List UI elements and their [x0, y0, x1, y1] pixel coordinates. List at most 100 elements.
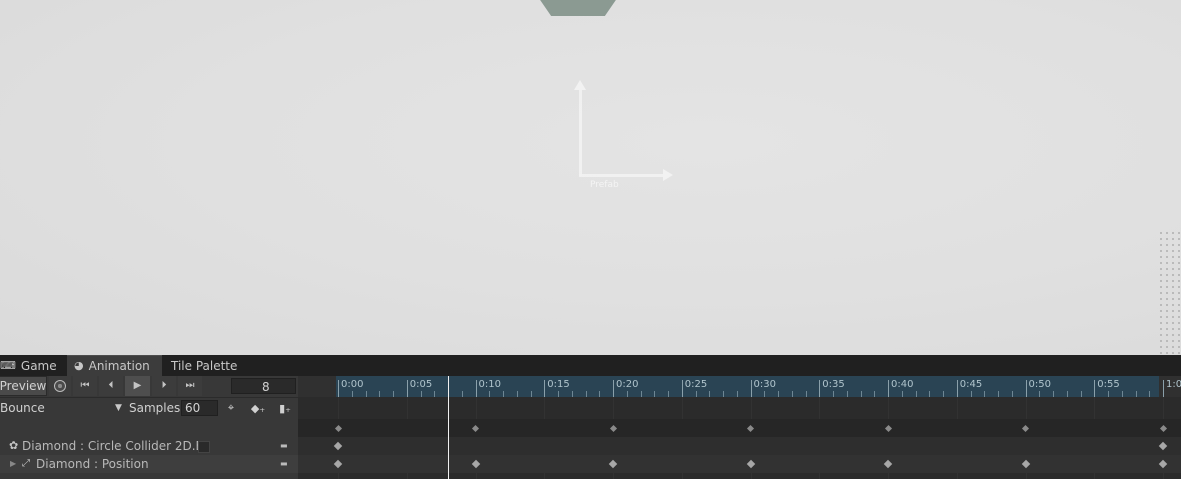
minor-tick	[998, 391, 999, 397]
minor-tick	[558, 391, 559, 397]
minor-tick	[723, 391, 724, 397]
minor-tick	[1149, 391, 1151, 397]
property-row-collider[interactable]: ✿ Diamond : Circle Collider 2D.En ▬	[0, 437, 298, 455]
minor-tick	[915, 391, 917, 397]
property-label: Diamond : Position	[36, 457, 149, 471]
gizmo-arrow-right-icon[interactable]	[663, 169, 673, 181]
resize-grip[interactable]	[1158, 230, 1181, 355]
minor-tick	[351, 391, 353, 397]
property-label: Diamond : Circle Collider 2D.En	[22, 439, 211, 453]
minor-tick	[764, 391, 766, 397]
first-keyframe-button[interactable]: ⏮	[73, 376, 97, 396]
minor-tick	[654, 391, 656, 397]
tick-label: 0:20	[616, 379, 639, 390]
time-ruler[interactable]: 0:00 0:05 0:10 0:15 0:20 0:25 0:30 0:35 0:40 0:45…	[298, 376, 1181, 397]
next-keyframe-button[interactable]: ⏵	[152, 376, 176, 396]
tick-line	[956, 380, 958, 397]
tick-label: 0:05	[409, 379, 433, 390]
dopesheet[interactable]: 0:00 0:05 0:10 0:15 0:20 0:25 0:30 0:35 0:40 0:45…	[298, 376, 1181, 479]
minor-tick	[1066, 391, 1068, 397]
clip-toolbar: Bounce ▼ Samples 60 ⌖ ◆₊ ▮₊	[0, 397, 298, 419]
minor-tick	[516, 391, 518, 397]
skip-last-icon: ⏭	[185, 380, 195, 391]
tick-label: 1:00	[1166, 379, 1181, 390]
tab-label: Tile Palette	[171, 358, 238, 373]
transform-icon: ⤢	[22, 458, 30, 469]
move-gizmo-y-axis[interactable]	[579, 88, 582, 176]
collider-keyframe-row[interactable]	[298, 437, 1181, 455]
minor-tick	[791, 391, 793, 397]
tick-line	[1025, 380, 1027, 397]
minor-tick	[1011, 391, 1013, 397]
play-button[interactable]: ▶	[125, 376, 150, 396]
summary-keyframe[interactable]	[609, 424, 617, 432]
tab-label: Animation	[88, 359, 150, 373]
current-frame-field[interactable]: 8	[231, 378, 296, 394]
tick-line	[544, 380, 546, 397]
scene-view[interactable]: Prefab	[0, 0, 1181, 355]
preview-button[interactable]: Preview	[0, 376, 47, 396]
add-keyframe-button[interactable]: ◆₊	[248, 399, 268, 417]
tick-line	[475, 380, 477, 397]
keyframe[interactable]	[746, 459, 755, 469]
keyframe[interactable]	[1158, 459, 1168, 469]
filter-by-selection-button[interactable]: ⌖	[221, 399, 241, 417]
add-keyframe-icon: ◆₊	[250, 401, 266, 415]
tick-label: 0:10	[478, 379, 501, 390]
tab-animation[interactable]: ◕ Animation	[67, 355, 162, 376]
minor-tick	[778, 391, 779, 397]
expand-arrow-icon[interactable]: ▶	[10, 455, 16, 473]
previous-keyframe-button[interactable]: ⏴	[99, 376, 123, 396]
summary-keyframe[interactable]	[1159, 424, 1167, 432]
chevron-down-icon: ▼	[115, 403, 122, 413]
tick-line	[750, 380, 752, 397]
summary-keyframe[interactable]	[471, 424, 480, 432]
minor-tick	[461, 391, 463, 397]
minor-tick	[929, 391, 931, 397]
tab-game[interactable]: ⌨ Game	[0, 355, 66, 376]
tab-tile-palette[interactable]: Tile Palette	[171, 355, 251, 376]
keyframe[interactable]	[608, 459, 618, 469]
property-row-position[interactable]: ▶ ⤢ Diamond : Position ▬	[0, 455, 298, 473]
keyframe[interactable]	[333, 441, 343, 451]
gamepad-icon: ⌨	[0, 358, 16, 372]
previous-frame-icon: ⏴	[108, 380, 114, 391]
options-icon[interactable]: ▬	[280, 455, 288, 473]
keyframe[interactable]	[333, 459, 343, 469]
samples-field[interactable]: 60	[181, 400, 218, 416]
add-event-button[interactable]: ▮₊	[275, 399, 295, 417]
tick-label: 0:35	[822, 379, 845, 390]
gizmo-arrow-up-icon[interactable]	[574, 80, 586, 90]
keyframe[interactable]	[471, 459, 480, 469]
minor-tick	[1080, 391, 1082, 397]
summary-keyframe[interactable]	[1021, 424, 1030, 432]
tick-label: 0:55	[1097, 379, 1120, 390]
position-keyframe-row[interactable]	[298, 455, 1181, 473]
last-keyframe-button[interactable]: ⏭	[178, 376, 202, 396]
tick-label: 0:50	[1028, 379, 1051, 390]
property-checkbox[interactable]	[198, 441, 210, 453]
diamond-sprite[interactable]	[536, 0, 620, 16]
record-button[interactable]	[49, 376, 71, 396]
minor-tick	[984, 391, 986, 397]
minor-tick	[393, 391, 394, 397]
summary-keyframe[interactable]	[884, 424, 892, 432]
move-gizmo-x-axis[interactable]	[579, 174, 665, 177]
next-frame-icon: ⏵	[161, 380, 167, 391]
minor-tick	[640, 391, 642, 397]
summary-keyframe[interactable]	[334, 424, 342, 432]
tick-label: 0:30	[753, 379, 776, 390]
clip-dropdown[interactable]: Bounce ▼	[0, 398, 126, 418]
tick-line	[888, 380, 889, 397]
tick-line	[406, 380, 408, 397]
summary-keyframe[interactable]	[746, 424, 755, 432]
playhead[interactable]	[448, 376, 449, 479]
keyframe[interactable]	[1021, 459, 1030, 469]
keyframe[interactable]	[883, 459, 893, 469]
tick-line	[613, 380, 614, 397]
tick-line	[681, 380, 683, 397]
options-icon[interactable]: ▬	[280, 437, 288, 455]
keyframe[interactable]	[1158, 441, 1168, 451]
minor-tick	[970, 391, 972, 397]
playback-toolbar: Preview ⏮ ⏴ ▶ ⏵ ⏭ 8	[0, 376, 298, 396]
